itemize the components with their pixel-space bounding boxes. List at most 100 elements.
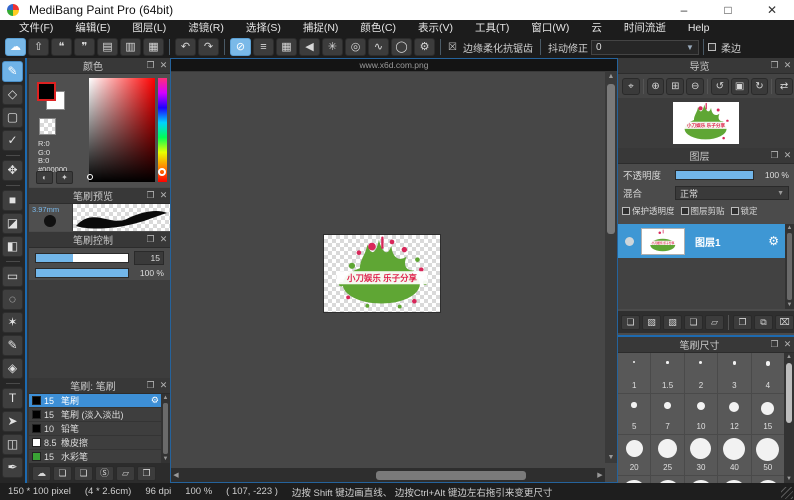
scrollbar-thumb[interactable]: [787, 233, 792, 300]
brush-row[interactable]: 10 铅笔: [29, 422, 161, 436]
menu-cloud[interactable]: 云: [580, 20, 613, 36]
reset-rotation-icon[interactable]: ↻: [751, 78, 769, 95]
brush-tool[interactable]: ✎: [2, 61, 23, 82]
hue-slider-cursor[interactable]: [158, 168, 166, 176]
brush-cloud-icon[interactable]: ☁: [32, 466, 51, 481]
canvas-tab[interactable]: www.x6d.com.png: [171, 59, 617, 72]
menu-view[interactable]: 表示(V): [407, 20, 464, 36]
scrollbar-thumb[interactable]: [607, 84, 615, 234]
scrollbar-thumb[interactable]: [163, 403, 168, 454]
eraser-tool[interactable]: ◇: [2, 84, 23, 105]
zoom-loupe-icon[interactable]: ⌖: [622, 78, 640, 95]
saturation-value-picker[interactable]: [89, 78, 155, 182]
add-layer-menu-icon[interactable]: ❏: [684, 315, 703, 330]
zoom-in-icon[interactable]: ⊕: [647, 78, 665, 95]
scroll-down-icon[interactable]: ▼: [786, 475, 792, 483]
delete-layer-icon[interactable]: ⌧: [775, 315, 794, 330]
popout-icon[interactable]: ❐: [144, 190, 157, 201]
brush-row[interactable]: 15 水彩笔: [29, 450, 161, 463]
snap-parallel-icon[interactable]: ≡: [253, 38, 274, 56]
size-option[interactable]: 30: [685, 435, 717, 475]
brush-row[interactable]: 15 笔刷 (淡入淡出): [29, 408, 161, 422]
select-pen-tool[interactable]: ✎: [2, 335, 23, 356]
divide-tool[interactable]: ◫: [2, 434, 23, 455]
add-brush-menu-icon[interactable]: ❏: [74, 466, 93, 481]
protect-alpha-checkbox[interactable]: 保护透明度: [622, 205, 675, 217]
snap-grid-icon[interactable]: ▦: [276, 38, 297, 56]
flip-horizontal-icon[interactable]: ⇄: [775, 78, 793, 95]
scroll-up-icon[interactable]: ▲: [787, 224, 793, 232]
zoom-out-icon[interactable]: ⊖: [686, 78, 704, 95]
size-option[interactable]: 1: [618, 353, 650, 393]
scroll-up-icon[interactable]: ▲: [608, 72, 615, 82]
canvas-viewport[interactable]: 小刀娱乐 乐子分享: [171, 72, 605, 463]
menu-tools[interactable]: 工具(T): [464, 20, 520, 36]
size-option[interactable]: 25: [651, 435, 683, 475]
brush-row-selected[interactable]: 15 笔刷 ⚙: [29, 394, 161, 408]
chat-panel-icon[interactable]: ❞: [74, 38, 95, 56]
popout-icon[interactable]: ❐: [768, 150, 781, 161]
snap-radial-icon[interactable]: ✳: [322, 38, 343, 56]
rotate-left-icon[interactable]: ↺: [711, 78, 729, 95]
scroll-left-icon[interactable]: ◀: [171, 471, 181, 479]
menu-color[interactable]: 颜色(C): [349, 20, 407, 36]
script-brush-icon[interactable]: Ⓢ: [95, 466, 114, 481]
menu-select[interactable]: 选择(S): [235, 20, 292, 36]
resize-grip[interactable]: [781, 487, 793, 499]
size-option[interactable]: 2: [685, 353, 717, 393]
menu-snap[interactable]: 捕捉(N): [292, 20, 350, 36]
move-tool[interactable]: ✥: [2, 160, 23, 181]
menu-file[interactable]: 文件(F): [8, 20, 64, 36]
close-icon[interactable]: ✕: [781, 60, 794, 71]
merge-layer-icon[interactable]: ⧉: [754, 315, 773, 330]
layer-list-scrollbar[interactable]: ▲ ▼: [785, 224, 794, 309]
zoom-fit-icon[interactable]: ⊞: [666, 78, 684, 95]
folder-icon[interactable]: ▱: [116, 466, 135, 481]
document-icon[interactable]: ▤: [97, 38, 118, 56]
size-option[interactable]: [752, 476, 784, 483]
menu-help[interactable]: Help: [677, 20, 721, 36]
snap-curve-icon[interactable]: ∿: [368, 38, 389, 56]
size-option[interactable]: [685, 476, 717, 483]
operation-tool[interactable]: ➤: [2, 411, 23, 432]
size-option[interactable]: 40: [718, 435, 750, 475]
layer-row-selected[interactable]: 小刀娱乐 乐子分享 图层1 ⚙: [618, 224, 785, 258]
size-option[interactable]: 12: [718, 394, 750, 434]
scrollbar-thumb[interactable]: [376, 471, 526, 480]
fill-tool[interactable]: ■: [2, 190, 23, 211]
duplicate-brush-icon[interactable]: ❐: [137, 466, 156, 481]
comic-grid-icon[interactable]: ▦: [143, 38, 164, 56]
scrollbar-thumb[interactable]: [786, 363, 792, 423]
blend-mode-dropdown[interactable]: 正常 ▼: [675, 186, 789, 200]
canvas-image[interactable]: 小刀娱乐 乐子分享: [324, 235, 440, 312]
size-option[interactable]: 5: [618, 394, 650, 434]
jitter-dropdown[interactable]: 0 ▼: [591, 40, 699, 55]
antialias-checkbox-icon[interactable]: ☒: [448, 42, 457, 53]
size-option[interactable]: 10: [685, 394, 717, 434]
palette-icon[interactable]: ✦: [56, 171, 73, 184]
lock-checkbox[interactable]: 锁定: [731, 205, 758, 217]
menu-window[interactable]: 窗口(W): [520, 20, 580, 36]
redo-icon[interactable]: ↷: [198, 38, 219, 56]
duplicate-layer-icon[interactable]: ❐: [733, 315, 752, 330]
text-tool[interactable]: T: [2, 388, 23, 409]
close-icon[interactable]: ✕: [157, 190, 170, 201]
brush-size-slider[interactable]: [35, 253, 129, 263]
fit-window-icon[interactable]: ▣: [731, 78, 749, 95]
layer-visibility-icon[interactable]: [625, 237, 634, 246]
soft-edge-checkbox[interactable]: [708, 43, 716, 51]
gear-icon[interactable]: ⚙: [151, 395, 159, 406]
sv-picker-cursor[interactable]: [87, 174, 93, 180]
popout-icon[interactable]: ❐: [768, 339, 781, 350]
close-icon[interactable]: ✕: [781, 339, 794, 350]
add-brush-icon[interactable]: ❏: [53, 466, 72, 481]
close-icon[interactable]: ✕: [157, 60, 170, 71]
popout-icon[interactable]: ❐: [144, 380, 157, 391]
menu-filter[interactable]: 滤镜(R): [177, 20, 235, 36]
size-option[interactable]: 15: [752, 394, 784, 434]
canvas-vertical-scrollbar[interactable]: ▲ ▼: [605, 72, 617, 463]
brush-row[interactable]: 8.5 橡皮擦: [29, 436, 161, 450]
clipping-checkbox[interactable]: 图层剪贴: [681, 205, 725, 217]
minimize-button[interactable]: –: [662, 0, 706, 20]
scroll-up-icon[interactable]: ▲: [786, 353, 792, 361]
